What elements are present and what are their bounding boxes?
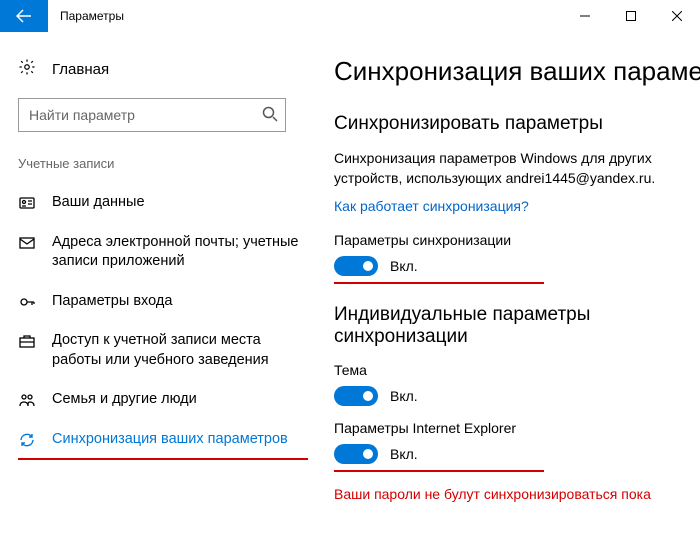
theme-label: Тема [334, 362, 700, 378]
sidebar-item-email-accounts[interactable]: Адреса электронной почты; учетные записи… [18, 223, 308, 282]
briefcase-icon [18, 331, 36, 349]
close-button[interactable] [654, 0, 700, 32]
back-button[interactable] [0, 0, 48, 32]
window-title: Параметры [48, 0, 136, 32]
toggle-state-label: Вкл. [390, 258, 418, 274]
sidebar-item-label: Синхронизация ваших параметров [52, 430, 288, 450]
people-icon [18, 390, 36, 408]
master-sync-label: Параметры синхронизации [334, 232, 700, 248]
sync-description: Синхронизация параметров Windows для дру… [334, 149, 700, 188]
mail-icon [18, 233, 36, 251]
annotation-underline [334, 282, 544, 284]
ie-toggle[interactable] [334, 444, 378, 464]
search-icon [262, 106, 278, 125]
toggle-state-label: Вкл. [390, 388, 418, 404]
annotation-underline [18, 458, 308, 460]
sidebar-item-label: Параметры входа [52, 292, 172, 312]
page-title: Синхронизация ваших параме [334, 56, 700, 87]
minimize-button[interactable] [562, 0, 608, 32]
how-sync-works-link[interactable]: Как работает синхронизация? [334, 198, 529, 214]
sidebar-item-work-access[interactable]: Доступ к учетной записи места работы или… [18, 321, 308, 380]
gear-icon [18, 58, 36, 80]
sidebar-item-label: Ваши данные [52, 193, 145, 213]
home-label: Главная [52, 61, 109, 78]
section-sync-settings: Синхронизировать параметры [334, 113, 700, 135]
password-warning: Ваши пароли не булут синхронизироваться … [334, 486, 700, 502]
sidebar-item-label: Доступ к учетной записи места работы или… [52, 331, 308, 370]
theme-toggle[interactable] [334, 386, 378, 406]
search-input[interactable] [18, 98, 286, 132]
toggle-state-label: Вкл. [390, 446, 418, 462]
sync-icon [18, 430, 36, 448]
maximize-button[interactable] [608, 0, 654, 32]
sidebar-item-label: Адреса электронной почты; учетные записи… [52, 233, 308, 272]
annotation-underline [334, 470, 544, 472]
master-sync-toggle[interactable] [334, 256, 378, 276]
sidebar-item-sync[interactable]: Синхронизация ваших параметров [18, 420, 308, 460]
section-individual-sync: Индивидуальные параметры синхронизации [334, 304, 700, 348]
sidebar-item-family[interactable]: Семья и другие люди [18, 380, 308, 420]
key-icon [18, 292, 36, 310]
sidebar-item-signin-options[interactable]: Параметры входа [18, 282, 308, 322]
section-header: Учетные записи [18, 156, 320, 183]
id-card-icon [18, 193, 36, 211]
sidebar-item-label: Семья и другие люди [52, 390, 197, 410]
ie-label: Параметры Internet Explorer [334, 420, 700, 436]
home-nav[interactable]: Главная [18, 52, 320, 98]
sidebar-item-your-info[interactable]: Ваши данные [18, 183, 308, 223]
